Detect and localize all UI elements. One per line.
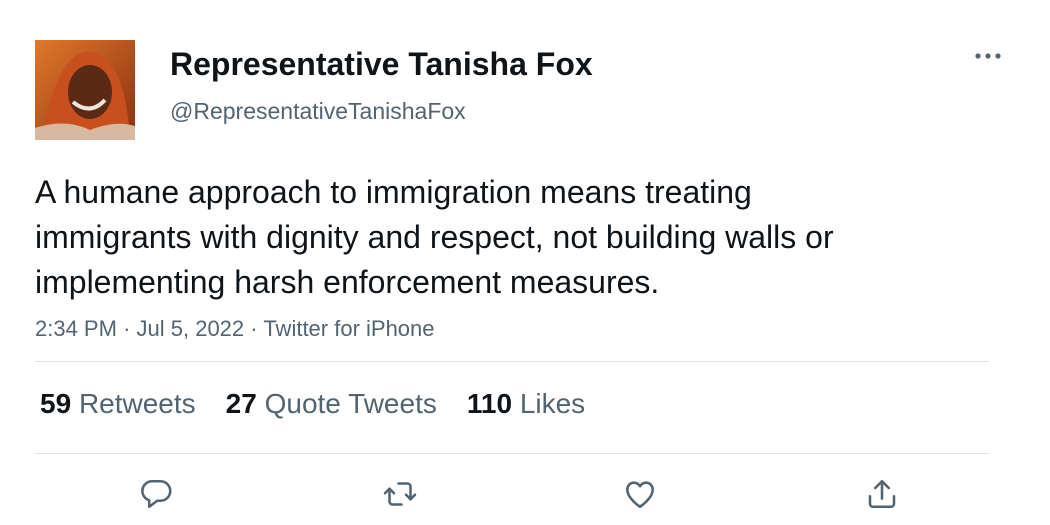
quote-tweets-label: Quote Tweets	[264, 388, 437, 419]
likes-label: Likes	[519, 388, 586, 419]
tweet-stats: 59 Retweets 27 Quote Tweets 110 Likes	[40, 386, 615, 422]
retweet-icon	[383, 482, 417, 506]
like-icon	[625, 481, 655, 509]
retweets-count: 59	[40, 388, 72, 419]
tweet-text: A humane approach to immigration means t…	[35, 174, 834, 300]
retweets-label: Retweets	[78, 388, 196, 419]
divider	[35, 453, 989, 454]
reply-icon	[141, 479, 172, 509]
meta-separator: ·	[250, 316, 264, 341]
author-handle[interactable]: @RepresentativeTanishaFox	[170, 96, 466, 126]
quote-tweets-count: 27	[225, 388, 257, 419]
divider	[35, 361, 989, 362]
retweets-stat[interactable]: 59 Retweets	[40, 386, 196, 422]
author-display-name[interactable]: Representative Tanisha Fox	[170, 44, 593, 84]
tweet-time[interactable]: 2:34 PM	[35, 316, 117, 341]
tweet-source[interactable]: Twitter for iPhone	[263, 316, 434, 341]
share-button[interactable]	[862, 474, 902, 514]
likes-count: 110	[466, 388, 513, 419]
meta-separator: ·	[123, 316, 137, 341]
profile-photo	[35, 40, 135, 140]
avatar[interactable]	[35, 40, 135, 140]
share-icon	[868, 479, 896, 509]
quote-tweets-stat[interactable]: 27 Quote Tweets	[226, 386, 437, 422]
retweet-button[interactable]	[380, 474, 420, 514]
reply-button[interactable]	[136, 474, 176, 514]
tweet-metadata: 2:34 PM · Jul 5, 2022 · Twitter for iPho…	[35, 314, 435, 344]
likes-stat[interactable]: 110 Likes	[467, 386, 585, 422]
more-options-icon[interactable]	[972, 42, 1004, 70]
tweet-date[interactable]: Jul 5, 2022	[137, 316, 245, 341]
like-button[interactable]	[620, 474, 660, 514]
